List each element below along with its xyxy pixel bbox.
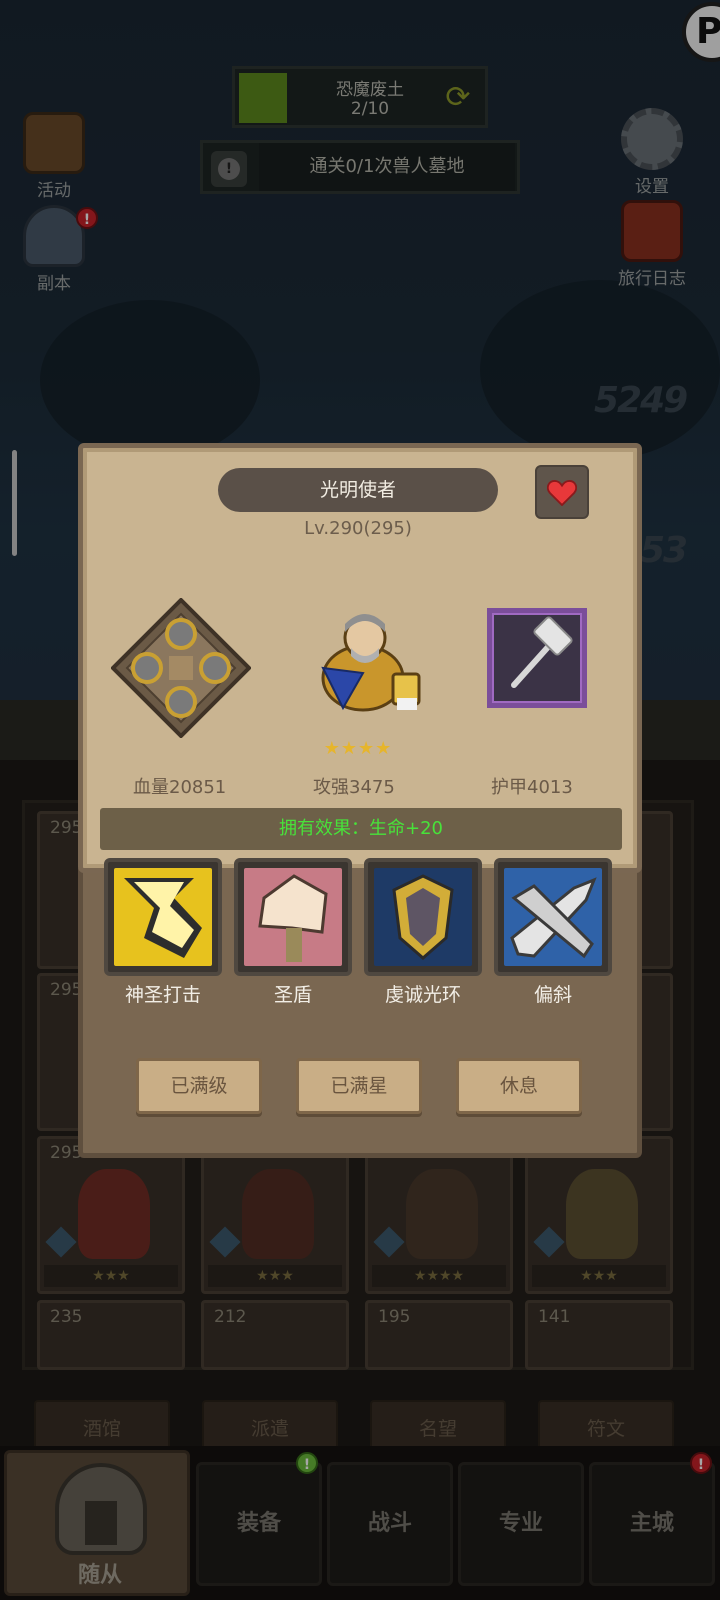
hero-portrait [321, 614, 421, 712]
weapon-slot[interactable] [487, 608, 587, 708]
hero-level: Lv.290(295) [304, 518, 412, 539]
deflect-swords-icon [504, 868, 602, 966]
skill-label: 圣盾 [273, 984, 312, 1006]
skill-label: 虔诚光环 [384, 984, 461, 1006]
favorite-button[interactable] [535, 465, 589, 519]
hero-name: 光明使者 [218, 468, 498, 512]
stat-attack: 攻强3475 [313, 777, 395, 798]
hammer-icon [511, 616, 573, 688]
skill-holy-shield[interactable]: 圣盾 [234, 858, 352, 1007]
hero-stars: ★★★★ [323, 738, 393, 759]
holy-strike-icon [114, 868, 212, 966]
owned-effect: 拥有效果：生命+20 [100, 808, 622, 850]
heart-icon [547, 480, 577, 506]
skill-holy-strike[interactable]: 神圣打击 [104, 858, 222, 1007]
stat-armor: 护甲4013 [491, 777, 573, 798]
hero-dialog: 光明使者 Lv.290(295) ★★★★ 血量20851 攻强3475 护甲4… [78, 443, 642, 873]
skill-devotion-aura[interactable]: 虔诚光环 [364, 858, 482, 1007]
skill-deflect[interactable]: 偏斜 [494, 858, 612, 1007]
max-level-button[interactable]: 已满级 [136, 1058, 262, 1114]
skill-label: 偏斜 [533, 984, 572, 1006]
holy-shield-icon [244, 868, 342, 966]
stat-hp: 血量20851 [133, 777, 227, 798]
rest-button[interactable]: 休息 [456, 1058, 582, 1114]
max-star-button[interactable]: 已满星 [296, 1058, 422, 1114]
devotion-aura-icon [374, 868, 472, 966]
skill-label: 神圣打击 [124, 984, 201, 1006]
relic-icon[interactable] [111, 598, 251, 738]
